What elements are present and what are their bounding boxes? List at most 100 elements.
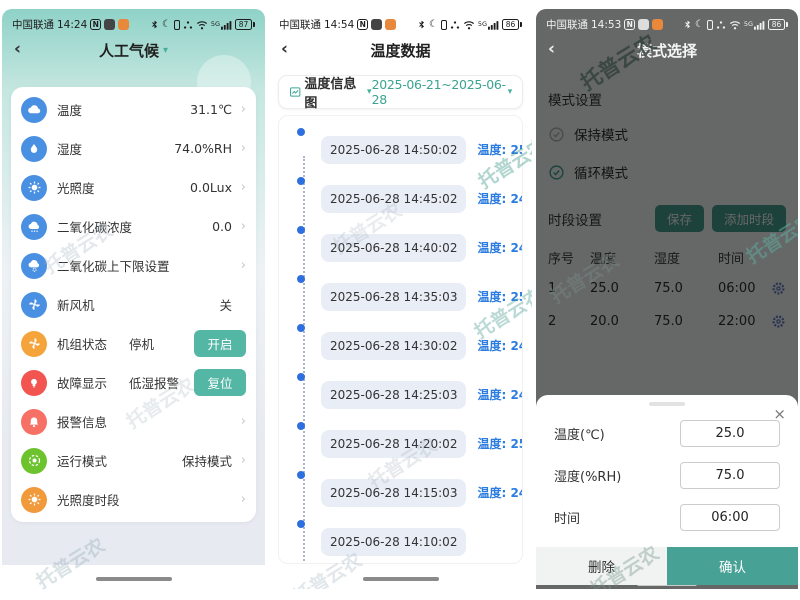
- timeline-dot-icon: [297, 471, 305, 479]
- row-light-intensity[interactable]: 光照度 0.0Lux ›: [21, 168, 246, 207]
- entry-temperature: 温度: 24.1℃: [477, 190, 523, 207]
- clock-label: 14:53: [591, 19, 621, 31]
- row-value: 0.0: [212, 219, 232, 234]
- entry-temperature: 温度: 25.368℃: [477, 288, 523, 305]
- chevron-right-icon: ›: [232, 219, 246, 234]
- date-range-selector[interactable]: 2025-06-21~2025-06-28 ▾: [372, 77, 512, 107]
- chart-type-selector[interactable]: 温度信息图 ▾: [289, 73, 372, 111]
- bottom-bar: [2, 565, 265, 589]
- timeline-entry[interactable]: 2025-06-28 14:15:03 温度: 24.051℃: [279, 468, 522, 517]
- alarm-icon: [638, 19, 649, 30]
- temperature-input[interactable]: [680, 420, 780, 447]
- do-not-disturb-icon: ☾: [695, 19, 704, 30]
- climate-screen: 中国联通 14:24 N ☾ 5G 87 ‹ 人工气候 ▾: [2, 9, 265, 589]
- page-title: 人工气候: [99, 40, 159, 61]
- vibrate-icon: [174, 20, 180, 30]
- row-alarm-info[interactable]: 报警信息 ›: [21, 402, 246, 441]
- status-bar: 中国联通 14:24 N ☾ 5G 87: [2, 9, 265, 33]
- time-input[interactable]: [680, 504, 780, 531]
- reset-button[interactable]: 复位: [194, 369, 246, 396]
- entry-datetime: 2025-06-28 14:35:03: [321, 283, 466, 311]
- row-label: 二氧化碳浓度: [57, 217, 132, 236]
- fan-cloud-icon: [21, 292, 47, 318]
- sun-period-icon: [21, 487, 47, 513]
- row-co2-limit-settings[interactable]: 二氧化碳上下限设置 ›: [21, 246, 246, 285]
- timeline-entry[interactable]: 2025-06-28 14:20:02 温度: 25.344℃: [279, 419, 522, 468]
- hotspot-icon: [716, 20, 726, 30]
- row-value: 31.1℃: [190, 102, 232, 117]
- start-button[interactable]: 开启: [194, 330, 246, 357]
- co2-cloud-icon: [21, 214, 47, 240]
- home-indicator[interactable]: [363, 577, 439, 581]
- entry-datetime: 2025-06-28 14:10:02: [321, 528, 466, 556]
- mode-select-screen: 模式设置 保持模式 循环模式 时段设置 保存 添加时段 序号: [536, 9, 798, 589]
- app-header: 中国联通 14:53 N ☾ 5G 86 ‹: [536, 9, 798, 67]
- chevron-right-icon: ›: [232, 102, 246, 117]
- confirm-button[interactable]: 确认: [667, 547, 798, 585]
- back-icon[interactable]: ‹: [14, 39, 21, 59]
- page-title: 温度数据: [370, 40, 430, 61]
- wifi-icon: [463, 20, 475, 30]
- network-type-label: 5G: [478, 20, 487, 28]
- timeline-entry[interactable]: 2025-06-28 14:35:03 温度: 25.368℃: [279, 272, 522, 321]
- timeline-card: 2025-06-28 14:50:02 温度: 25.366℃ 2025-06-…: [278, 115, 523, 564]
- battery-icon: 86: [768, 19, 788, 30]
- close-icon[interactable]: ×: [773, 407, 786, 422]
- fan-icon: [21, 331, 47, 357]
- field-humidity: 湿度(%RH): [554, 454, 780, 496]
- unit-status-value: 停机: [129, 334, 154, 353]
- app-header: ‹ 人工气候 ▾: [2, 33, 265, 67]
- nfc-icon: N: [357, 19, 368, 30]
- bluetooth-icon: [417, 19, 426, 30]
- status-bar: 中国联通 14:54 N ☾ 5G 86: [269, 9, 532, 33]
- row-label: 光照度: [57, 178, 95, 197]
- signal-icon: [754, 20, 765, 30]
- entry-datetime: 2025-06-28 14:45:02: [321, 185, 466, 213]
- row-label: 温度: [57, 100, 82, 119]
- carrier-label: 中国联通: [12, 17, 54, 32]
- title-dropdown-icon[interactable]: ▾: [163, 45, 168, 56]
- chevron-right-icon: ›: [232, 180, 246, 195]
- timeline-entry[interactable]: 2025-06-28 14:50:02 温度: 25.366℃: [279, 125, 522, 174]
- clock-label: 14:54: [324, 19, 354, 31]
- period-edit-modal: × 温度(℃) 湿度(%RH) 时间 删除 确认: [536, 395, 798, 585]
- field-temperature: 温度(℃): [554, 412, 780, 454]
- row-fresh-air-machine[interactable]: 新风机 关: [21, 285, 246, 324]
- carrier-label: 中国联通: [279, 17, 321, 32]
- chevron-right-icon: ›: [232, 492, 246, 507]
- filter-bar: 温度信息图 ▾ 2025-06-21~2025-06-28 ▾: [278, 75, 523, 109]
- humidity-drop-icon: [21, 136, 47, 162]
- delete-button[interactable]: 删除: [536, 547, 667, 585]
- line-chart-icon: [289, 85, 301, 99]
- timeline-entry[interactable]: 2025-06-28 14:25:03 温度: 24.919℃: [279, 370, 522, 419]
- timeline-dot-icon: [297, 422, 305, 430]
- row-light-period[interactable]: 光照度时段 ›: [21, 480, 246, 519]
- row-label: 湿度: [57, 139, 82, 158]
- alarm-icon: [104, 19, 115, 30]
- row-run-mode[interactable]: 运行模式 保持模式 ›: [21, 441, 246, 480]
- row-value: 关: [219, 295, 232, 314]
- timeline-entry[interactable]: 2025-06-28 14:45:02 温度: 24.1℃: [279, 174, 522, 223]
- row-humidity[interactable]: 湿度 74.0%RH ›: [21, 129, 246, 168]
- home-indicator[interactable]: [96, 577, 172, 581]
- back-icon[interactable]: ‹: [281, 39, 288, 59]
- chevron-right-icon: ›: [232, 453, 246, 468]
- sun-icon: [21, 175, 47, 201]
- timeline-dot-icon: [297, 226, 305, 234]
- row-label: 运行模式: [57, 451, 107, 470]
- row-co2-concentration[interactable]: 二氧化碳浓度 0.0 ›: [21, 207, 246, 246]
- timeline-entry-partial[interactable]: 2025-06-28 14:10:02: [279, 517, 522, 564]
- entry-datetime: 2025-06-28 14:25:03: [321, 381, 466, 409]
- date-range-label: 2025-06-21~2025-06-28: [372, 77, 506, 107]
- entry-temperature: 温度: 24.937℃: [477, 239, 523, 256]
- row-temperature[interactable]: 温度 31.1℃ ›: [21, 90, 246, 129]
- back-icon[interactable]: ‹: [548, 39, 555, 59]
- humidity-input[interactable]: [680, 462, 780, 489]
- timeline-dot-icon: [297, 128, 305, 136]
- timeline-dot-icon: [297, 520, 305, 528]
- row-value: 74.0%RH: [174, 141, 232, 156]
- timeline-entry[interactable]: 2025-06-28 14:40:02 温度: 24.937℃: [279, 223, 522, 272]
- row-label: 报警信息: [57, 412, 107, 431]
- bluetooth-icon: [683, 19, 692, 30]
- timeline-entry[interactable]: 2025-06-28 14:30:02 温度: 24.102℃: [279, 321, 522, 370]
